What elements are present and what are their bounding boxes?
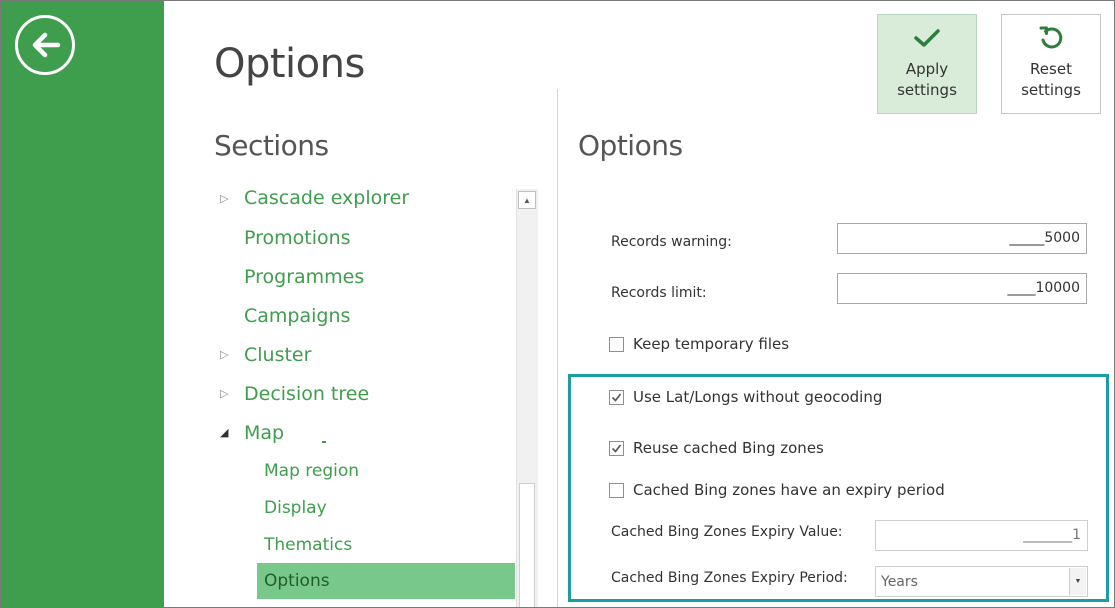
reuse-bing-zones-checkbox[interactable]: Reuse cached Bing zones [609,439,824,457]
backstage-sidebar [1,1,164,607]
section-item-decision-tree[interactable]: Decision tree [244,383,369,405]
section-item-programmes[interactable]: Programmes [244,266,364,288]
expiry-period-value: Years [881,574,918,590]
section-item-map[interactable]: Map [244,422,284,444]
section-subitem-display[interactable]: Display [264,498,327,518]
records-warning-label: Records warning: [611,234,732,250]
expiry-period-label: Cached Bing Zones Expiry Period: [611,570,848,586]
records-warning-input[interactable]: _____5000 [837,223,1087,254]
bing-expiry-period-label: Cached Bing zones have an expiry period [633,481,945,499]
sections-heading: Sections [214,129,329,162]
section-item-campaigns[interactable]: Campaigns [244,305,350,327]
chevron-down-icon[interactable]: ▼ [1069,568,1086,595]
expiry-period-select[interactable]: Years ▼ [875,566,1088,597]
keep-temp-files-label: Keep temporary files [633,335,790,353]
checkmark-icon [913,23,941,53]
section-subitem-options[interactable]: Options [264,571,330,591]
expand-arrow-icon[interactable]: ▷ [220,348,228,361]
panel-divider [557,89,558,607]
section-subitem-thematics[interactable]: Thematics [264,535,352,555]
expand-arrow-icon[interactable]: ▷ [220,387,228,400]
expiry-value-input[interactable]: _______1 [875,520,1088,551]
apply-label-line1: Apply [905,60,949,78]
scroll-up-icon[interactable]: ▲ [518,191,536,209]
section-item-promotions[interactable]: Promotions [244,227,351,249]
records-limit-label: Records limit: [611,285,707,301]
expand-arrow-icon[interactable]: ▷ [220,192,228,205]
reset-settings-button[interactable]: Reset settings [1001,14,1101,114]
reuse-bing-zones-label: Reuse cached Bing zones [633,439,824,457]
section-item-cascade-explorer[interactable]: Cascade explorer [244,187,409,209]
reset-arrow-icon [1037,23,1065,53]
reset-label-line2: settings [1021,81,1081,99]
collapse-arrow-icon[interactable]: ◢ [220,426,228,439]
apply-label-line2: settings [897,81,957,99]
section-item-cluster[interactable]: Cluster [244,344,311,366]
expiry-value-label: Cached Bing Zones Expiry Value: [611,524,843,540]
reset-label-line1: Reset [1030,60,1072,78]
bing-expiry-period-checkbox[interactable]: Cached Bing zones have an expiry period [609,481,945,499]
back-button[interactable] [15,15,75,75]
checkbox-unchecked-icon[interactable] [609,482,624,498]
keep-temp-files-checkbox[interactable]: Keep temporary files [609,335,789,353]
checkbox-unchecked-icon[interactable] [609,336,624,352]
checkbox-checked-icon[interactable] [609,440,624,456]
options-heading: Options [578,129,683,162]
use-latlongs-checkbox[interactable]: Use Lat/Longs without geocoding [609,388,882,406]
use-latlongs-label: Use Lat/Longs without geocoding [633,388,883,406]
apply-settings-button[interactable]: Apply settings [877,14,977,114]
page-title: Options [214,41,365,87]
decorative-mark [322,441,326,443]
scrollbar-thumb[interactable] [519,483,535,607]
checkbox-checked-icon[interactable] [609,389,624,405]
section-subitem-map-region[interactable]: Map region [264,461,359,481]
records-limit-input[interactable]: ____10000 [837,273,1087,304]
back-arrow-icon [32,32,61,58]
options-window: Options Apply settings Reset settings Se… [0,0,1115,608]
